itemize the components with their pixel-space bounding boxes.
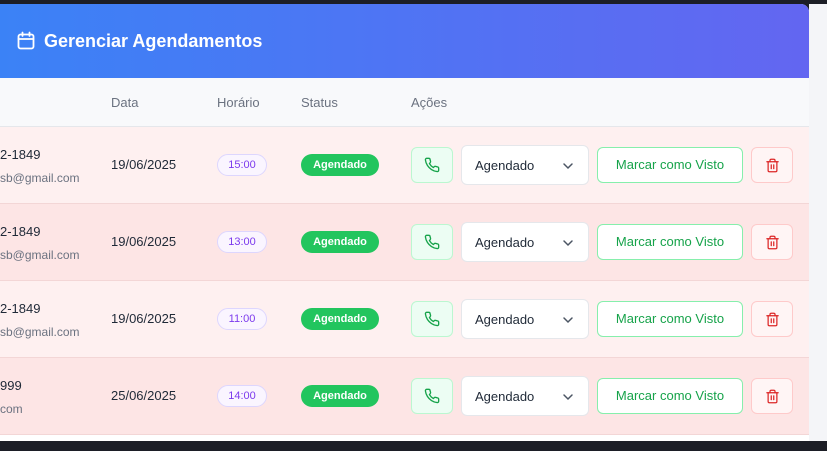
table-row: 2-1849 sb@gmail.com 19/06/2025 11:00 Age…: [0, 281, 809, 358]
client-email: com: [0, 402, 23, 416]
chevron-down-icon: [563, 317, 573, 324]
call-button[interactable]: [411, 378, 453, 414]
calendar-icon: [16, 31, 36, 51]
phone-icon: [424, 157, 440, 173]
column-header-actions: Ações: [411, 95, 448, 110]
status-badge: Agendado: [301, 385, 379, 407]
trash-icon: [765, 389, 779, 403]
delete-button[interactable]: [751, 301, 793, 337]
trash-icon: [765, 312, 779, 326]
status-select[interactable]: Agendado: [461, 376, 589, 416]
client-phone: 2-1849: [0, 224, 41, 239]
mark-as-seen-button[interactable]: Marcar como Visto: [597, 147, 743, 183]
time-badge: 14:00: [217, 385, 267, 407]
status-select[interactable]: Agendado: [461, 222, 589, 262]
status-select[interactable]: Agendado: [461, 145, 589, 185]
chevron-down-icon: [563, 240, 573, 247]
status-badge: Agendado: [301, 154, 379, 176]
page-background-right: [809, 4, 827, 441]
chevron-down-icon: [563, 394, 573, 401]
client-email: sb@gmail.com: [0, 325, 80, 339]
phone-icon: [424, 311, 440, 327]
trash-icon: [765, 158, 779, 172]
time-badge: 11:00: [217, 308, 267, 330]
status-badge: Agendado: [301, 231, 379, 253]
appointment-date: 19/06/2025: [111, 234, 177, 249]
table-row: 2-1849 sb@gmail.com 19/06/2025 15:00 Age…: [0, 127, 809, 204]
table-row: 999 com 25/06/2025 14:00 Agendado Agenda…: [0, 358, 809, 435]
status-select-value: Agendado: [475, 311, 535, 327]
client-email: sb@gmail.com: [0, 248, 80, 262]
call-button[interactable]: [411, 301, 453, 337]
status-select-value: Agendado: [475, 388, 535, 404]
status-select[interactable]: Agendado: [461, 299, 589, 339]
client-email: sb@gmail.com: [0, 171, 80, 185]
call-button[interactable]: [411, 224, 453, 260]
client-phone: 2-1849: [0, 301, 41, 316]
time-badge: 15:00: [217, 154, 267, 176]
phone-icon: [424, 234, 440, 250]
status-select-value: Agendado: [475, 234, 535, 250]
client-phone: 2-1849: [0, 147, 41, 162]
appointments-panel: Gerenciar Agendamentos Data Horário Stat…: [0, 4, 809, 451]
delete-button[interactable]: [751, 147, 793, 183]
column-header-status: Status: [301, 95, 338, 110]
page-title: Gerenciar Agendamentos: [44, 30, 263, 51]
time-badge: 13:00: [217, 231, 267, 253]
call-button[interactable]: [411, 147, 453, 183]
appointment-date: 19/06/2025: [111, 311, 177, 326]
panel-header: Gerenciar Agendamentos: [0, 4, 809, 78]
table-header: Data Horário Status Ações: [0, 78, 809, 127]
mark-as-seen-button[interactable]: Marcar como Visto: [597, 301, 743, 337]
mark-as-seen-button[interactable]: Marcar como Visto: [597, 378, 743, 414]
column-header-date: Data: [111, 95, 139, 110]
trash-icon: [765, 235, 779, 249]
column-header-time: Horário: [217, 95, 260, 110]
phone-icon: [424, 388, 440, 404]
appointment-date: 19/06/2025: [111, 157, 177, 172]
chevron-down-icon: [563, 163, 573, 170]
appointment-date: 25/06/2025: [111, 388, 177, 403]
status-badge: Agendado: [301, 308, 379, 330]
window-bottom-bar: [0, 441, 827, 451]
table-row: 2-1849 sb@gmail.com 19/06/2025 13:00 Age…: [0, 204, 809, 281]
delete-button[interactable]: [751, 224, 793, 260]
status-select-value: Agendado: [475, 157, 535, 173]
client-phone: 999: [0, 378, 22, 393]
delete-button[interactable]: [751, 378, 793, 414]
mark-as-seen-button[interactable]: Marcar como Visto: [597, 224, 743, 260]
